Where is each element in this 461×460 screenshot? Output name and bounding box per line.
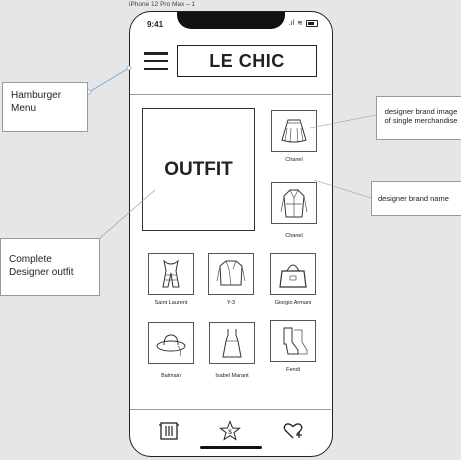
annotation-brand-name: designer brand name: [371, 181, 461, 216]
frame-label: iPhone 12 Pro Max – 1: [129, 1, 196, 8]
item-card[interactable]: Balmain: [147, 322, 195, 379]
item-brand-label: Chanel: [285, 233, 303, 239]
menu-line: [144, 59, 168, 63]
annotation-brand-image: designer brand image of single merchandi…: [376, 96, 461, 140]
item-card[interactable]: Isabel Marant: [208, 322, 256, 379]
outfit-card[interactable]: OUTFIT: [142, 108, 255, 231]
item-image: [270, 320, 316, 362]
item-image: [270, 253, 316, 295]
annotation-outfit: Complete Designer outfit: [0, 238, 100, 296]
item-image: [148, 322, 194, 364]
phone-frame: 9:41 .ıl ≋ LE CHIC OUTFIT Chanel Chanel: [129, 11, 333, 457]
menu-line: [144, 67, 168, 70]
item-card[interactable]: Chanel: [270, 110, 318, 163]
item-brand-label: Isabel Marant: [215, 373, 249, 379]
heels-icon: [283, 327, 308, 355]
skirt-icon: [281, 119, 307, 144]
item-brand-label: Giorgio Armani: [274, 300, 312, 306]
tab-wishlist[interactable]: [282, 420, 304, 442]
hat-icon: [156, 334, 186, 357]
wifi-icon: ≋: [297, 20, 303, 27]
item-image: [148, 253, 194, 295]
item-brand-label: Saint Laurent: [154, 300, 188, 306]
hamburger-menu-button[interactable]: [144, 52, 168, 70]
menu-line: [144, 52, 168, 55]
item-card[interactable]: Chanel: [270, 182, 318, 239]
wardrobe-icon: [159, 422, 179, 440]
item-brand-label: Y-3: [226, 300, 236, 306]
status-icons: .ıl ≋: [289, 19, 318, 27]
scarf-icon: [162, 259, 180, 288]
tab-favorites-star[interactable]: $: [219, 420, 241, 442]
trench-coat-icon: [280, 189, 308, 218]
main-content: OUTFIT Chanel Chanel Saint Laurent Y-3 G…: [130, 94, 331, 410]
handbag-icon: [279, 264, 307, 288]
home-indicator: [200, 446, 262, 449]
jacket-icon: [216, 260, 246, 286]
item-card[interactable]: Y-3: [207, 253, 255, 306]
item-card[interactable]: Saint Laurent: [147, 253, 195, 306]
star-dollar-icon: $: [219, 420, 241, 441]
brand-title: LE CHIC: [177, 45, 317, 77]
battery-icon: [306, 19, 318, 27]
item-brand-label: Chanel: [285, 157, 303, 163]
tab-bar: $: [130, 410, 331, 456]
item-image: [271, 182, 317, 224]
notch: [177, 12, 285, 29]
item-image: [271, 110, 317, 152]
item-brand-label: Fendi: [286, 367, 300, 373]
status-time: 9:41: [147, 20, 164, 29]
dress-icon: [222, 329, 242, 358]
item-image: [208, 253, 254, 295]
item-card[interactable]: Giorgio Armani: [269, 253, 317, 306]
outfit-label: OUTFIT: [164, 158, 233, 180]
item-image: [209, 322, 255, 364]
signal-icon: .ıl: [288, 19, 295, 27]
tab-wardrobe[interactable]: [158, 420, 180, 442]
item-card[interactable]: Fendi: [269, 320, 317, 373]
heart-plus-icon: [283, 423, 303, 439]
item-brand-label: Balmain: [161, 373, 181, 379]
star-badge: $: [228, 429, 232, 436]
annotation-hamburger: Hamburger Menu: [2, 82, 88, 132]
